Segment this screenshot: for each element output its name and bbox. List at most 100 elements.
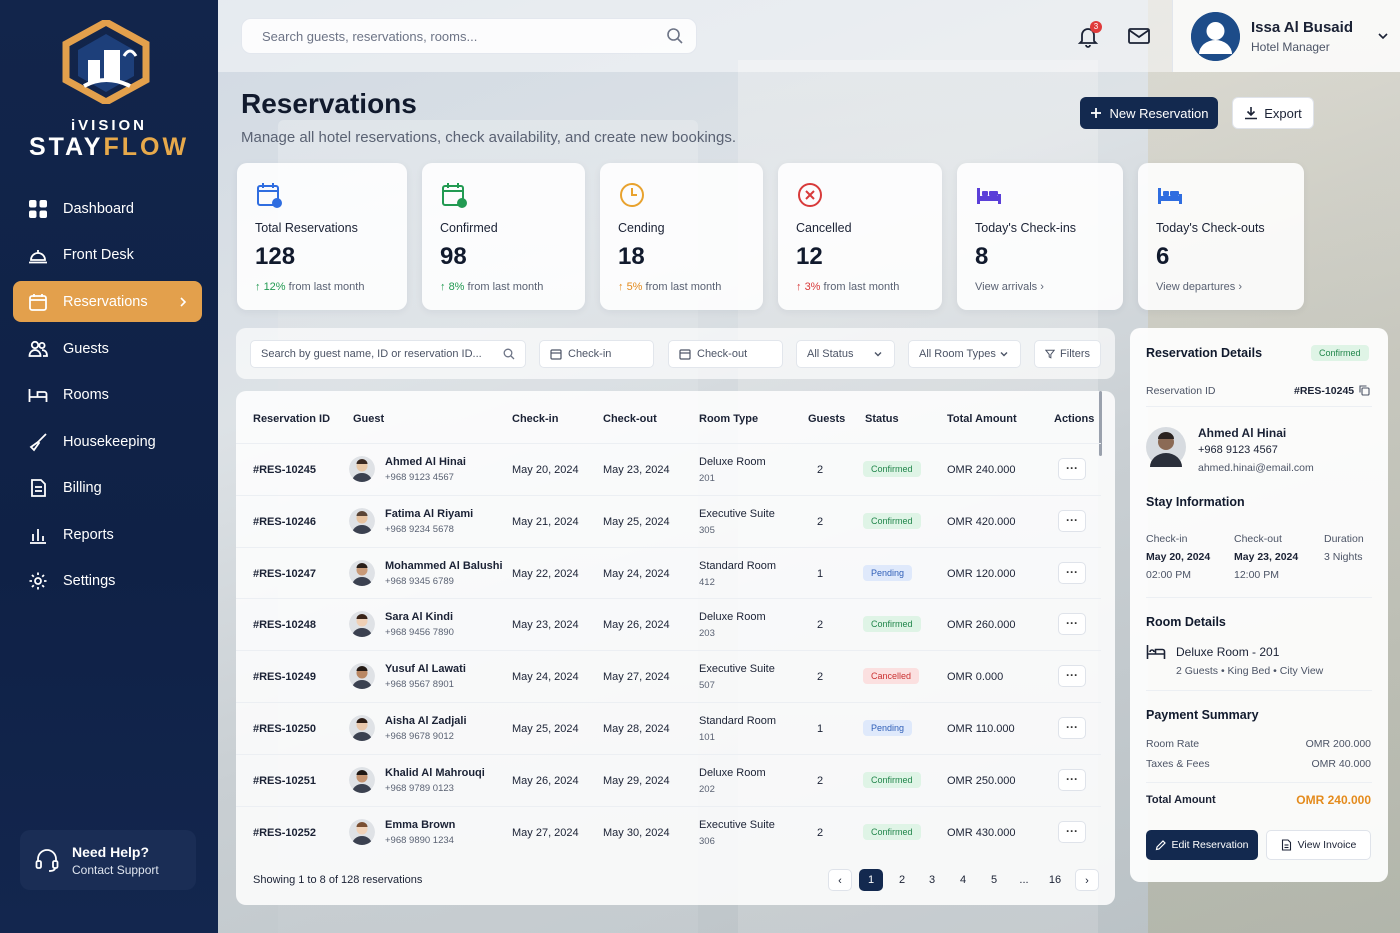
global-search-input[interactable]: Search guests, reservations, rooms... xyxy=(241,18,697,54)
stat-value: 18 xyxy=(618,243,645,270)
sidebar-nav: Dashboard Front Desk Reservations Guests… xyxy=(13,188,202,607)
filters-button-label: Filters xyxy=(1060,348,1090,360)
checkin-date: May 25, 2024 xyxy=(512,723,579,735)
status-select[interactable]: All Status xyxy=(796,340,895,368)
contact-support-link[interactable]: Contact Support xyxy=(72,863,159,877)
sidebar-item-reservations[interactable]: Reservations xyxy=(13,281,202,322)
clock-icon xyxy=(620,183,644,207)
pagination-page-16[interactable]: 16 xyxy=(1043,869,1067,891)
guest-cell: Ahmed Al Hinai +968 9123 4567 xyxy=(385,456,466,483)
reservation-id[interactable]: #RES-10245 xyxy=(253,464,316,476)
reservation-id[interactable]: #RES-10247 xyxy=(253,568,316,580)
user-profile-menu[interactable]: Issa Al Busaid Hotel Manager xyxy=(1172,0,1400,72)
sidebar-item-billing[interactable]: Billing xyxy=(13,468,202,509)
row-actions-button[interactable]: ··· xyxy=(1058,509,1086,532)
bed-icon xyxy=(1158,188,1182,204)
mail-icon[interactable] xyxy=(1127,24,1151,48)
sidebar-item-guests[interactable]: Guests xyxy=(13,328,202,369)
sidebar-item-front-desk[interactable]: Front Desk xyxy=(13,235,202,276)
checkin-date: May 23, 2024 xyxy=(512,619,579,632)
checkout-date: May 28, 2024 xyxy=(603,723,670,735)
column-header-guest[interactable]: Guest xyxy=(353,413,384,425)
row-actions-button[interactable]: ··· xyxy=(1058,717,1086,739)
guest-cell: Emma Brown +968 9890 1234 xyxy=(385,819,455,846)
sidebar-item-reports[interactable]: Reports xyxy=(13,514,202,555)
guest-name: Sara Al Kindi xyxy=(385,611,454,624)
stayflow-logo[interactable] xyxy=(60,20,152,104)
export-button[interactable]: Export xyxy=(1232,97,1314,129)
total-amount: OMR 420.000 xyxy=(947,515,1016,528)
pagination-page-4[interactable]: 4 xyxy=(951,869,975,891)
pagination-page-1[interactable]: 1 xyxy=(859,869,883,891)
reservation-id[interactable]: #RES-10246 xyxy=(253,516,316,528)
column-header-id[interactable]: Reservation ID xyxy=(253,413,330,425)
row-actions-button[interactable]: ··· xyxy=(1058,820,1086,843)
reservation-id[interactable]: #RES-10249 xyxy=(253,671,316,683)
pagination-page-3[interactable]: 3 xyxy=(920,869,944,891)
stat-card-confirmed[interactable]: Confirmed 98 ↑ 8% from last month xyxy=(422,163,585,310)
stat-card-cancelled[interactable]: Cancelled 12 ↑ 3% from last month xyxy=(778,163,942,310)
row-actions-button[interactable]: ··· xyxy=(1058,768,1086,791)
stat-card-pending[interactable]: Cending 18 ↑ 5% from last month xyxy=(600,163,763,310)
room-type-cell: Standard Room 412 xyxy=(699,560,776,588)
row-actions-button[interactable]: ··· xyxy=(1058,665,1086,688)
reservation-id[interactable]: #RES-10252 xyxy=(253,827,316,839)
row-actions-button[interactable]: ··· xyxy=(1058,561,1086,584)
guest-avatar xyxy=(349,818,375,845)
checkin-date: May 22, 2024 xyxy=(512,567,579,580)
help-card[interactable]: Need Help? Contact Support xyxy=(20,830,196,890)
view-departures-link[interactable]: View departures › xyxy=(1156,281,1242,293)
row-actions-button[interactable]: ··· xyxy=(1058,613,1086,636)
checkout-date-picker[interactable]: Check-out xyxy=(668,340,783,368)
row-actions-button[interactable]: ··· xyxy=(1058,458,1086,480)
reservation-search-input[interactable]: Search by guest name, ID or reservation … xyxy=(250,340,526,368)
sidebar-item-rooms[interactable]: Rooms xyxy=(13,375,202,416)
column-header-checkin[interactable]: Check-in xyxy=(512,413,558,425)
reservation-id[interactable]: #RES-10251 xyxy=(253,775,316,787)
reservation-id[interactable]: #RES-10248 xyxy=(253,619,316,631)
stat-card-checkouts[interactable]: Today's Check-outs 6 View departures › xyxy=(1138,163,1304,310)
room-type-cell: Executive Suite 305 xyxy=(699,508,775,536)
edit-reservation-button[interactable]: Edit Reservation xyxy=(1146,830,1258,860)
taxes-label: Taxes & Fees xyxy=(1146,758,1210,770)
filters-button[interactable]: Filters xyxy=(1034,340,1101,368)
sidebar-item-settings[interactable]: Settings xyxy=(13,561,202,602)
column-header-status[interactable]: Status xyxy=(865,413,899,425)
column-header-checkout[interactable]: Check-out xyxy=(603,413,657,425)
status-badge: Pending xyxy=(863,564,913,581)
pagination-next-button[interactable]: › xyxy=(1075,869,1099,891)
status-badge: Confirmed xyxy=(863,823,921,840)
checkout-date: May 30, 2024 xyxy=(603,826,670,839)
stat-label: Cancelled xyxy=(796,221,852,235)
calendar-icon xyxy=(679,349,691,360)
guest-cell: Aisha Al Zadjali +968 9678 9012 xyxy=(385,715,467,742)
details-guest-email[interactable]: ahmed.hinai@email.com xyxy=(1198,462,1314,474)
stat-card-total[interactable]: Total Reservations 128 ↑ 12% from last m… xyxy=(237,163,407,310)
column-header-room-type[interactable]: Room Type xyxy=(699,413,758,425)
stat-label: Confirmed xyxy=(440,221,498,235)
guest-name: Emma Brown xyxy=(385,818,456,831)
column-header-guests[interactable]: Guests xyxy=(808,413,845,425)
sidebar-item-dashboard[interactable]: Dashboard xyxy=(13,188,202,229)
new-reservation-button[interactable]: New Reservation xyxy=(1080,97,1218,129)
checkin-date-picker[interactable]: Check-in xyxy=(539,340,654,368)
guest-phone: +968 9345 6789 xyxy=(385,575,454,587)
checkout-filter-label: Check-out xyxy=(697,348,748,360)
pagination-page-5[interactable]: 5 xyxy=(982,869,1006,891)
reservation-id[interactable]: #RES-10250 xyxy=(253,723,316,735)
view-arrivals-link[interactable]: View arrivals › xyxy=(975,281,1044,293)
stat-value: 128 xyxy=(255,243,296,270)
room-number: 203 xyxy=(699,628,715,640)
room-type-cell: Executive Suite 507 xyxy=(699,663,775,691)
chevron-down-icon xyxy=(874,352,882,357)
copy-icon[interactable] xyxy=(1359,385,1370,396)
calendar-icon xyxy=(257,183,282,208)
details-status-badge: Confirmed xyxy=(1311,345,1369,361)
stat-card-checkins[interactable]: Today's Check-ins 8 View arrivals › xyxy=(957,163,1123,310)
sidebar-item-housekeeping[interactable]: Housekeeping xyxy=(13,421,202,462)
room-type-select[interactable]: All Room Types xyxy=(908,340,1021,368)
pagination-page-2[interactable]: 2 xyxy=(890,869,914,891)
pagination-prev-button[interactable]: ‹ xyxy=(828,869,852,891)
view-invoice-button[interactable]: View Invoice xyxy=(1266,830,1371,860)
column-header-amount[interactable]: Total Amount xyxy=(947,413,1017,425)
